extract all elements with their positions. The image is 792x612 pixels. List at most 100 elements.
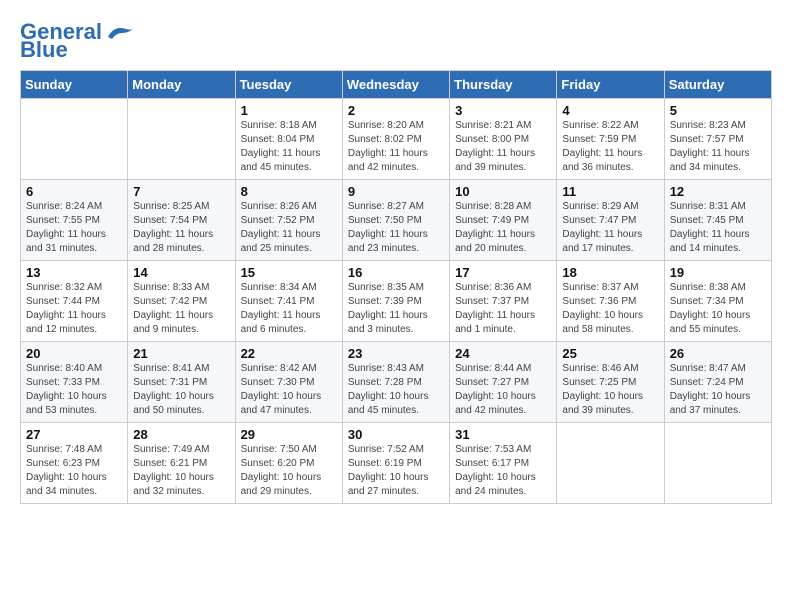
calendar-cell: 1Sunrise: 8:18 AM Sunset: 8:04 PM Daylig… (235, 99, 342, 180)
calendar-cell: 7Sunrise: 8:25 AM Sunset: 7:54 PM Daylig… (128, 180, 235, 261)
day-number: 7 (133, 184, 229, 199)
day-info: Sunrise: 8:23 AM Sunset: 7:57 PM Dayligh… (670, 119, 766, 175)
logo-blue-text: Blue (20, 37, 68, 62)
day-info: Sunrise: 8:34 AM Sunset: 7:41 PM Dayligh… (241, 281, 337, 337)
day-number: 18 (562, 265, 658, 280)
day-info: Sunrise: 8:41 AM Sunset: 7:31 PM Dayligh… (133, 362, 229, 418)
calendar-cell: 26Sunrise: 8:47 AM Sunset: 7:24 PM Dayli… (664, 342, 771, 423)
day-number: 24 (455, 346, 551, 361)
calendar-cell: 13Sunrise: 8:32 AM Sunset: 7:44 PM Dayli… (21, 261, 128, 342)
day-number: 19 (670, 265, 766, 280)
day-info: Sunrise: 7:52 AM Sunset: 6:19 PM Dayligh… (348, 443, 444, 499)
day-info: Sunrise: 7:50 AM Sunset: 6:20 PM Dayligh… (241, 443, 337, 499)
day-info: Sunrise: 8:21 AM Sunset: 8:00 PM Dayligh… (455, 119, 551, 175)
day-number: 13 (26, 265, 122, 280)
day-number: 14 (133, 265, 229, 280)
day-info: Sunrise: 8:27 AM Sunset: 7:50 PM Dayligh… (348, 200, 444, 256)
calendar-header-row: SundayMondayTuesdayWednesdayThursdayFrid… (21, 71, 772, 99)
calendar-week-row: 13Sunrise: 8:32 AM Sunset: 7:44 PM Dayli… (21, 261, 772, 342)
calendar-cell: 17Sunrise: 8:36 AM Sunset: 7:37 PM Dayli… (450, 261, 557, 342)
day-number: 2 (348, 103, 444, 118)
day-info: Sunrise: 8:44 AM Sunset: 7:27 PM Dayligh… (455, 362, 551, 418)
logo-blue: Blue (20, 38, 68, 62)
day-info: Sunrise: 8:43 AM Sunset: 7:28 PM Dayligh… (348, 362, 444, 418)
calendar-cell: 22Sunrise: 8:42 AM Sunset: 7:30 PM Dayli… (235, 342, 342, 423)
day-info: Sunrise: 8:35 AM Sunset: 7:39 PM Dayligh… (348, 281, 444, 337)
day-info: Sunrise: 8:25 AM Sunset: 7:54 PM Dayligh… (133, 200, 229, 256)
day-info: Sunrise: 8:20 AM Sunset: 8:02 PM Dayligh… (348, 119, 444, 175)
calendar-cell: 20Sunrise: 8:40 AM Sunset: 7:33 PM Dayli… (21, 342, 128, 423)
day-number: 5 (670, 103, 766, 118)
day-number: 28 (133, 427, 229, 442)
day-number: 10 (455, 184, 551, 199)
calendar-cell: 16Sunrise: 8:35 AM Sunset: 7:39 PM Dayli… (342, 261, 449, 342)
day-info: Sunrise: 8:26 AM Sunset: 7:52 PM Dayligh… (241, 200, 337, 256)
day-info: Sunrise: 7:49 AM Sunset: 6:21 PM Dayligh… (133, 443, 229, 499)
day-info: Sunrise: 8:24 AM Sunset: 7:55 PM Dayligh… (26, 200, 122, 256)
calendar-cell (557, 423, 664, 504)
calendar-week-row: 1Sunrise: 8:18 AM Sunset: 8:04 PM Daylig… (21, 99, 772, 180)
calendar-header-tuesday: Tuesday (235, 71, 342, 99)
day-number: 20 (26, 346, 122, 361)
day-info: Sunrise: 8:29 AM Sunset: 7:47 PM Dayligh… (562, 200, 658, 256)
day-info: Sunrise: 8:33 AM Sunset: 7:42 PM Dayligh… (133, 281, 229, 337)
calendar-header-saturday: Saturday (664, 71, 771, 99)
day-info: Sunrise: 8:32 AM Sunset: 7:44 PM Dayligh… (26, 281, 122, 337)
calendar-cell (664, 423, 771, 504)
day-number: 1 (241, 103, 337, 118)
day-number: 6 (26, 184, 122, 199)
day-number: 29 (241, 427, 337, 442)
calendar-cell: 31Sunrise: 7:53 AM Sunset: 6:17 PM Dayli… (450, 423, 557, 504)
calendar-cell: 18Sunrise: 8:37 AM Sunset: 7:36 PM Dayli… (557, 261, 664, 342)
day-number: 30 (348, 427, 444, 442)
day-number: 11 (562, 184, 658, 199)
calendar-cell (128, 99, 235, 180)
calendar-cell: 15Sunrise: 8:34 AM Sunset: 7:41 PM Dayli… (235, 261, 342, 342)
calendar-cell: 10Sunrise: 8:28 AM Sunset: 7:49 PM Dayli… (450, 180, 557, 261)
calendar-cell: 5Sunrise: 8:23 AM Sunset: 7:57 PM Daylig… (664, 99, 771, 180)
calendar-cell: 12Sunrise: 8:31 AM Sunset: 7:45 PM Dayli… (664, 180, 771, 261)
calendar-cell (21, 99, 128, 180)
calendar-cell: 6Sunrise: 8:24 AM Sunset: 7:55 PM Daylig… (21, 180, 128, 261)
calendar-cell: 3Sunrise: 8:21 AM Sunset: 8:00 PM Daylig… (450, 99, 557, 180)
day-number: 17 (455, 265, 551, 280)
calendar-header-monday: Monday (128, 71, 235, 99)
day-number: 12 (670, 184, 766, 199)
day-info: Sunrise: 8:47 AM Sunset: 7:24 PM Dayligh… (670, 362, 766, 418)
calendar-cell: 25Sunrise: 8:46 AM Sunset: 7:25 PM Dayli… (557, 342, 664, 423)
day-number: 22 (241, 346, 337, 361)
calendar-cell: 30Sunrise: 7:52 AM Sunset: 6:19 PM Dayli… (342, 423, 449, 504)
calendar-cell: 28Sunrise: 7:49 AM Sunset: 6:21 PM Dayli… (128, 423, 235, 504)
day-number: 3 (455, 103, 551, 118)
day-number: 27 (26, 427, 122, 442)
calendar-cell: 23Sunrise: 8:43 AM Sunset: 7:28 PM Dayli… (342, 342, 449, 423)
day-number: 16 (348, 265, 444, 280)
day-info: Sunrise: 8:18 AM Sunset: 8:04 PM Dayligh… (241, 119, 337, 175)
day-number: 4 (562, 103, 658, 118)
calendar-week-row: 20Sunrise: 8:40 AM Sunset: 7:33 PM Dayli… (21, 342, 772, 423)
calendar-cell: 14Sunrise: 8:33 AM Sunset: 7:42 PM Dayli… (128, 261, 235, 342)
day-info: Sunrise: 8:36 AM Sunset: 7:37 PM Dayligh… (455, 281, 551, 337)
logo: General Blue (20, 20, 136, 62)
calendar-week-row: 27Sunrise: 7:48 AM Sunset: 6:23 PM Dayli… (21, 423, 772, 504)
day-number: 8 (241, 184, 337, 199)
calendar-header-wednesday: Wednesday (342, 71, 449, 99)
day-info: Sunrise: 8:46 AM Sunset: 7:25 PM Dayligh… (562, 362, 658, 418)
calendar-table: SundayMondayTuesdayWednesdayThursdayFrid… (20, 70, 772, 504)
calendar-header-thursday: Thursday (450, 71, 557, 99)
calendar-cell: 24Sunrise: 8:44 AM Sunset: 7:27 PM Dayli… (450, 342, 557, 423)
day-number: 15 (241, 265, 337, 280)
day-info: Sunrise: 8:22 AM Sunset: 7:59 PM Dayligh… (562, 119, 658, 175)
day-number: 26 (670, 346, 766, 361)
day-info: Sunrise: 8:37 AM Sunset: 7:36 PM Dayligh… (562, 281, 658, 337)
calendar-header-sunday: Sunday (21, 71, 128, 99)
calendar-cell: 19Sunrise: 8:38 AM Sunset: 7:34 PM Dayli… (664, 261, 771, 342)
day-info: Sunrise: 8:42 AM Sunset: 7:30 PM Dayligh… (241, 362, 337, 418)
header-section: General Blue (20, 20, 772, 62)
calendar-cell: 27Sunrise: 7:48 AM Sunset: 6:23 PM Dayli… (21, 423, 128, 504)
calendar-cell: 29Sunrise: 7:50 AM Sunset: 6:20 PM Dayli… (235, 423, 342, 504)
day-info: Sunrise: 8:28 AM Sunset: 7:49 PM Dayligh… (455, 200, 551, 256)
day-number: 23 (348, 346, 444, 361)
day-info: Sunrise: 8:40 AM Sunset: 7:33 PM Dayligh… (26, 362, 122, 418)
day-number: 9 (348, 184, 444, 199)
